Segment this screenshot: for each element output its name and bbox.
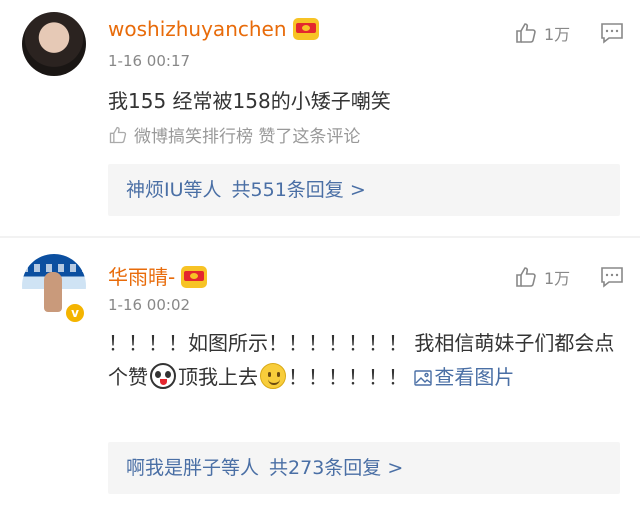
thumbs-up-icon [516, 267, 536, 287]
username-text[interactable]: 华雨晴- [108, 265, 175, 289]
comment-text-part: 顶我上去 [178, 365, 258, 389]
thumbs-up-icon [109, 126, 127, 143]
avatar[interactable] [22, 12, 86, 76]
view-image-link[interactable]: 查看图片 [414, 365, 514, 389]
reply-count: 共273条回复 > [269, 457, 404, 479]
reply-names: 啊我是胖子等人 [126, 457, 260, 479]
image-icon [414, 370, 433, 386]
like-button[interactable]: 1万 [514, 20, 570, 46]
smile-emoji-icon [260, 363, 286, 389]
view-image-label[interactable]: 查看图片 [434, 365, 514, 389]
reply-names: 神烦IU等人 [126, 179, 222, 201]
comment-icon[interactable] [600, 266, 624, 288]
like-count: 1万 [544, 25, 571, 44]
like-button[interactable]: 1万 [514, 264, 570, 290]
avatar-banner [22, 264, 86, 272]
panda-emoji-icon [150, 363, 176, 389]
like-count: 1万 [544, 269, 571, 288]
verified-badge-icon: v [64, 302, 86, 324]
comment-item: woshizhuyanchen 1-16 00:17 1万 我155 经常被15… [0, 0, 640, 236]
avatar-figure [44, 272, 62, 312]
crown-badge-icon [292, 18, 319, 40]
username[interactable]: woshizhuyanchen [108, 17, 319, 41]
comment-text: 我155 经常被158的小矮子嘲笑 [108, 89, 391, 113]
comment-time: 1-16 00:02 [108, 296, 191, 314]
comment-text: ！！！！如图所示！！！！！！！ 我相信萌妹子们都会点个赞 顶我上去！！！！！！ 查… [108, 326, 620, 394]
crown-badge-icon [181, 266, 208, 288]
comment-icon[interactable] [600, 22, 624, 44]
username-text[interactable]: woshizhuyanchen [108, 17, 287, 41]
comment-text-part: ！！！！！！ [288, 365, 408, 389]
comment-time: 1-16 00:17 [108, 52, 191, 70]
username[interactable]: 华雨晴- [108, 261, 208, 290]
hot-rank-text: 微博搞笑排行榜 赞了这条评论 [134, 127, 361, 147]
replies-summary[interactable]: 啊我是胖子等人 共273条回复 > [108, 442, 620, 494]
replies-summary[interactable]: 神烦IU等人 共551条回复 > [108, 164, 620, 216]
reply-count: 共551条回复 > [231, 179, 366, 201]
thumbs-up-icon [516, 23, 536, 43]
hot-rank-note[interactable]: 微博搞笑排行榜 赞了这条评论 [108, 122, 360, 147]
